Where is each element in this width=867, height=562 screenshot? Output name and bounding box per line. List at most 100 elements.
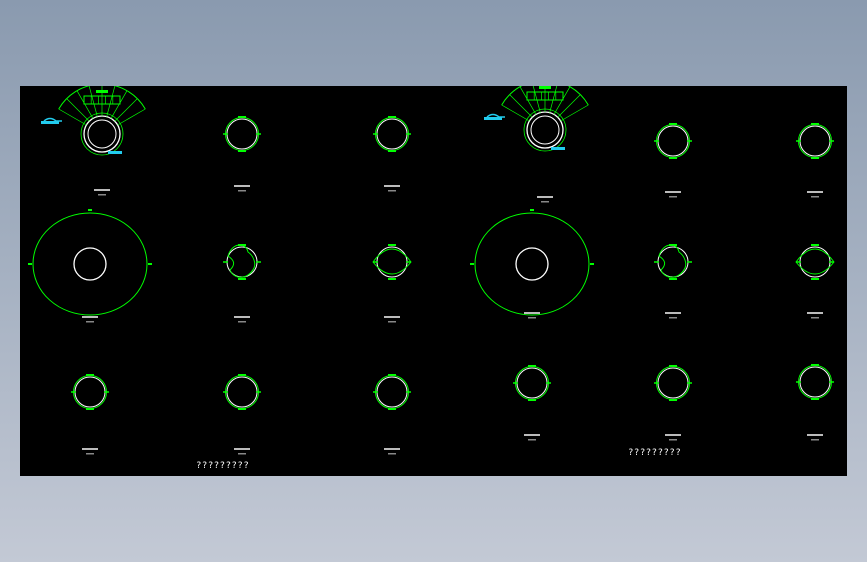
- pipe-outer: [526, 111, 564, 149]
- inner-bore: [73, 247, 107, 281]
- outer-contour: [656, 124, 690, 158]
- outer-contour: [375, 117, 409, 151]
- panel-ring: [223, 116, 261, 192]
- inner-bore: [515, 247, 549, 281]
- dimension-tick: [811, 364, 819, 366]
- footnote-right: ?????????: [628, 448, 682, 458]
- outer-ellipse: [474, 212, 590, 316]
- panel-ring: [373, 116, 411, 192]
- dimension-tick: [238, 374, 246, 376]
- caption-mark: [811, 317, 819, 319]
- fan-ray: [519, 86, 537, 115]
- outer-contour: [225, 117, 259, 151]
- caption-mark: [384, 448, 400, 450]
- accent-bar: [551, 147, 565, 150]
- caption-mark: [234, 316, 250, 318]
- accent-bar: [108, 151, 122, 154]
- fan-ray: [117, 108, 146, 126]
- dimension-tick: [238, 408, 246, 410]
- dimension-tick: [470, 263, 474, 265]
- pipe-inner: [87, 119, 117, 149]
- dimension-tick: [530, 209, 534, 211]
- dimension-tick: [238, 150, 246, 152]
- inner-bore: [226, 118, 258, 150]
- caption-mark: [82, 316, 98, 318]
- outer-contour: [225, 375, 259, 409]
- caption-mark: [238, 190, 246, 192]
- dimension-tick: [811, 244, 819, 246]
- dimension-tick: [86, 408, 94, 410]
- caption-mark: [528, 317, 536, 319]
- outer-contour: [375, 375, 409, 409]
- dimension-tick: [388, 408, 396, 410]
- dimension-tick: [28, 263, 32, 265]
- dimension-tick: [669, 365, 677, 367]
- fan-ray: [509, 94, 533, 118]
- inner-bore: [376, 246, 408, 278]
- caption-mark: [541, 201, 549, 203]
- caption-mark: [388, 190, 396, 192]
- inner-bore: [516, 367, 548, 399]
- dimension-tick: [388, 116, 396, 118]
- outer-contour: [515, 366, 549, 400]
- outer-contour: [798, 365, 832, 399]
- accent-bar: [41, 121, 59, 124]
- inner-bore: [74, 376, 106, 408]
- dimension-tick: [238, 278, 246, 280]
- dimension-tick: [811, 157, 819, 159]
- dimension-tick: [590, 263, 594, 265]
- caption-mark: [665, 312, 681, 314]
- caption-mark: [669, 439, 677, 441]
- caption-mark: [238, 453, 246, 455]
- lens-contour: [372, 248, 412, 275]
- dimension-tick: [86, 374, 94, 376]
- dimension-tick: [669, 123, 677, 125]
- cad-drawing-canvas[interactable]: ????????? ?????????: [20, 86, 847, 476]
- inner-bore: [226, 376, 258, 408]
- dimension-tick: [148, 263, 152, 265]
- dimension-tick: [238, 244, 246, 246]
- panel-ring: [71, 374, 109, 455]
- accent-bar: [484, 117, 502, 120]
- panel-fan: [484, 86, 589, 203]
- dimension-tick: [88, 209, 92, 211]
- panel-ring: [223, 374, 261, 455]
- panel-lens: [372, 244, 412, 323]
- drawing-sheet: [28, 86, 835, 455]
- dimension-tick: [811, 278, 819, 280]
- caption-mark: [665, 434, 681, 436]
- label-tab: [539, 86, 551, 89]
- dimension-tick: [669, 157, 677, 159]
- panel-irregular: [654, 244, 692, 319]
- panel-ring: [796, 123, 834, 198]
- caption-mark: [388, 453, 396, 455]
- inner-bore: [657, 367, 689, 399]
- inner-bore: [799, 125, 831, 157]
- dimension-tick: [669, 399, 677, 401]
- fan-ray: [76, 90, 94, 119]
- caption-mark: [528, 439, 536, 441]
- fan-ray: [110, 90, 128, 119]
- lens-contour: [795, 248, 835, 275]
- panel-large-ring: [470, 209, 594, 319]
- caption-mark: [86, 453, 94, 455]
- panel-lens: [795, 244, 835, 319]
- outer-contour: [73, 375, 107, 409]
- fan-ray: [114, 98, 138, 122]
- pipe-outer: [83, 115, 121, 153]
- dimension-tick: [528, 365, 536, 367]
- dimension-tick: [811, 123, 819, 125]
- dimension-tick: [388, 374, 396, 376]
- inner-bore: [376, 118, 408, 150]
- caption-mark: [86, 321, 94, 323]
- dimension-tick: [669, 244, 677, 246]
- dimension-tick: [238, 116, 246, 118]
- fan-ray: [553, 86, 571, 115]
- caption-mark: [82, 448, 98, 450]
- caption-mark: [669, 317, 677, 319]
- accent-mark: [43, 117, 62, 122]
- pipe-inner: [530, 115, 560, 145]
- fan-ray: [66, 98, 90, 122]
- caption-mark: [524, 312, 540, 314]
- panel-large-ring: [28, 209, 152, 323]
